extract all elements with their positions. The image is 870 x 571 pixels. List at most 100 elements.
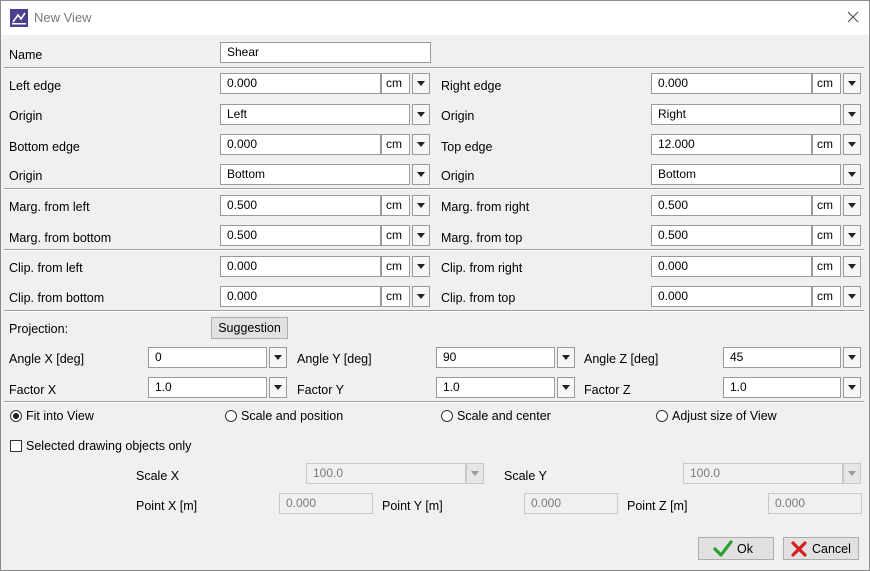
left-edge-unit-dropdown[interactable] (412, 73, 430, 94)
ok-button[interactable]: Ok (698, 537, 774, 560)
clip-top-input[interactable]: 0.000 (651, 286, 812, 307)
clip-top-unit[interactable]: cm (812, 286, 841, 307)
origin-right-dropdown[interactable] (843, 104, 861, 125)
clip-bottom-unit[interactable]: cm (381, 286, 410, 307)
name-input[interactable]: Shear (220, 42, 431, 63)
scale-y-label: Scale Y (504, 469, 547, 483)
bottom-edge-input[interactable]: 0.000 (220, 134, 381, 155)
right-edge-input[interactable]: 0.000 (651, 73, 812, 94)
separator (4, 249, 864, 251)
selected-only-checkbox[interactable] (10, 440, 22, 452)
clip-left-unit[interactable]: cm (381, 256, 410, 277)
marg-right-unit-dropdown[interactable] (843, 195, 861, 216)
factor-x-label: Factor X (9, 383, 57, 397)
clip-right-input[interactable]: 0.000 (651, 256, 812, 277)
left-edge-unit[interactable]: cm (381, 73, 410, 94)
marg-right-label: Marg. from right (441, 200, 530, 214)
factor-y-dropdown[interactable] (557, 377, 575, 398)
separator (4, 401, 864, 403)
marg-right-input[interactable]: 0.500 (651, 195, 812, 216)
origin-vertical-select[interactable]: Bottom (220, 164, 410, 185)
top-edge-input[interactable]: 12.000 (651, 134, 812, 155)
angle-x-input[interactable]: 0 (148, 347, 267, 368)
origin-top-dropdown[interactable] (843, 164, 861, 185)
separator (4, 67, 864, 69)
marg-left-input[interactable]: 0.500 (220, 195, 381, 216)
clip-top-unit-dropdown[interactable] (843, 286, 861, 307)
factor-x-input[interactable]: 1.0 (148, 377, 267, 398)
suggestion-button[interactable]: Suggestion (211, 317, 288, 339)
radio-scale-and-center-label[interactable]: Scale and center (457, 409, 551, 423)
angle-z-input[interactable]: 45 (723, 347, 841, 368)
top-edge-unit-dropdown[interactable] (843, 134, 861, 155)
radio-fit-into-view[interactable] (10, 410, 22, 422)
origin-top-select[interactable]: Bottom (651, 164, 841, 185)
clip-bottom-unit-dropdown[interactable] (412, 286, 430, 307)
radio-scale-and-position[interactable] (225, 410, 237, 422)
factor-x-dropdown[interactable] (269, 377, 287, 398)
bottom-edge-label: Bottom edge (9, 140, 80, 154)
marg-top-unit-dropdown[interactable] (843, 225, 861, 246)
marg-bottom-unit-dropdown[interactable] (412, 225, 430, 246)
marg-top-label: Marg. from top (441, 231, 523, 245)
bottom-edge-unit[interactable]: cm (381, 134, 410, 155)
radio-scale-and-center[interactable] (441, 410, 453, 422)
angle-y-dropdown[interactable] (557, 347, 575, 368)
right-edge-label: Right edge (441, 79, 502, 93)
marg-top-input[interactable]: 0.500 (651, 225, 812, 246)
left-edge-input[interactable]: 0.000 (220, 73, 381, 94)
check-icon (713, 540, 733, 557)
separator (4, 310, 864, 312)
selected-only-label[interactable]: Selected drawing objects only (26, 439, 191, 453)
clip-right-label: Clip. from right (441, 261, 523, 275)
clip-bottom-input[interactable]: 0.000 (220, 286, 381, 307)
clip-right-unit-dropdown[interactable] (843, 256, 861, 277)
angle-y-label: Angle Y [deg] (297, 352, 372, 366)
radio-adjust-size-of-view-label[interactable]: Adjust size of View (672, 409, 777, 423)
origin-right-select[interactable]: Right (651, 104, 841, 125)
marg-right-unit[interactable]: cm (812, 195, 841, 216)
origin-horizontal-dropdown[interactable] (412, 104, 430, 125)
marg-bottom-label: Marg. from bottom (9, 231, 112, 245)
bottom-edge-unit-dropdown[interactable] (412, 134, 430, 155)
marg-bottom-unit[interactable]: cm (381, 225, 410, 246)
origin-horizontal-select[interactable]: Left (220, 104, 410, 125)
angle-z-dropdown[interactable] (843, 347, 861, 368)
angle-x-dropdown[interactable] (269, 347, 287, 368)
marg-left-unit-dropdown[interactable] (412, 195, 430, 216)
origin-vertical-dropdown[interactable] (412, 164, 430, 185)
right-edge-unit-dropdown[interactable] (843, 73, 861, 94)
marg-bottom-input[interactable]: 0.500 (220, 225, 381, 246)
point-y-input: 0.000 (524, 493, 618, 514)
scale-x-dropdown (466, 463, 484, 484)
clip-left-unit-dropdown[interactable] (412, 256, 430, 277)
marg-left-unit[interactable]: cm (381, 195, 410, 216)
close-icon[interactable] (843, 7, 863, 27)
ok-label: Ok (737, 542, 753, 556)
title-bar: New View (1, 1, 869, 35)
right-edge-unit[interactable]: cm (812, 73, 841, 94)
point-x-label: Point X [m] (136, 499, 198, 513)
factor-z-dropdown[interactable] (843, 377, 861, 398)
window-title: New View (34, 10, 92, 25)
clip-left-input[interactable]: 0.000 (220, 256, 381, 277)
factor-z-input[interactable]: 1.0 (723, 377, 841, 398)
name-label: Name (9, 48, 43, 62)
angle-y-input[interactable]: 90 (436, 347, 555, 368)
radio-fit-into-view-label[interactable]: Fit into View (26, 409, 94, 423)
clip-left-label: Clip. from left (9, 261, 83, 275)
marg-left-label: Marg. from left (9, 200, 90, 214)
radio-scale-and-position-label[interactable]: Scale and position (241, 409, 343, 423)
scale-y-dropdown (843, 463, 861, 484)
factor-y-input[interactable]: 1.0 (436, 377, 555, 398)
clip-right-unit[interactable]: cm (812, 256, 841, 277)
marg-top-unit[interactable]: cm (812, 225, 841, 246)
cancel-button[interactable]: Cancel (783, 537, 859, 560)
point-z-label: Point Z [m] (627, 499, 688, 513)
point-z-input: 0.000 (768, 493, 862, 514)
new-view-app-icon (10, 9, 28, 27)
top-edge-unit[interactable]: cm (812, 134, 841, 155)
left-edge-label: Left edge (9, 79, 62, 93)
radio-adjust-size-of-view[interactable] (656, 410, 668, 422)
new-view-dialog: New View Name Shear Left edge 0.000 cm R… (0, 0, 870, 571)
